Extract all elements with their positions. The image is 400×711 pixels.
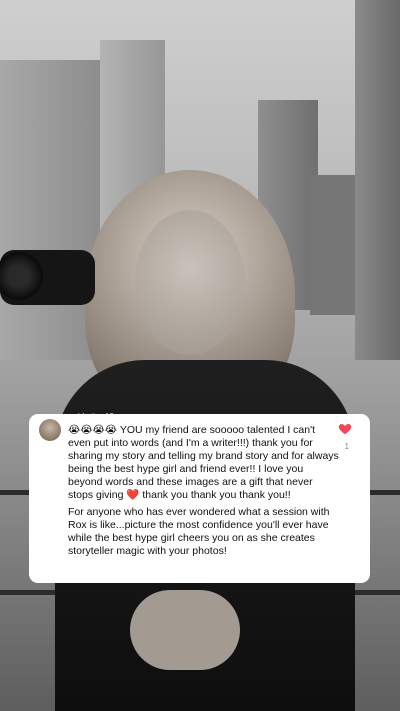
face (135, 210, 245, 355)
comment-text-1-end: thank you thank you thank you!! (142, 489, 291, 501)
crying-emojis: 😭😭😭😭 (68, 424, 118, 436)
comment-paragraph-2: For anyone who has ever wondered what a … (68, 506, 330, 557)
like-count: 1 (344, 442, 349, 451)
red-heart-emoji: ❤️ (126, 489, 140, 501)
heart-icon[interactable] (338, 422, 352, 436)
hand (130, 590, 240, 670)
avatar[interactable] (39, 419, 61, 441)
background-photo (0, 0, 400, 711)
building (355, 0, 400, 360)
comment-paragraph-1: 😭😭😭😭 YOU my friend are sooooo talented I… (68, 424, 340, 502)
comment-card: 😭😭😭😭 YOU my friend are sooooo talented I… (29, 414, 370, 583)
comment-body: 😭😭😭😭 YOU my friend are sooooo talented I… (68, 424, 340, 562)
